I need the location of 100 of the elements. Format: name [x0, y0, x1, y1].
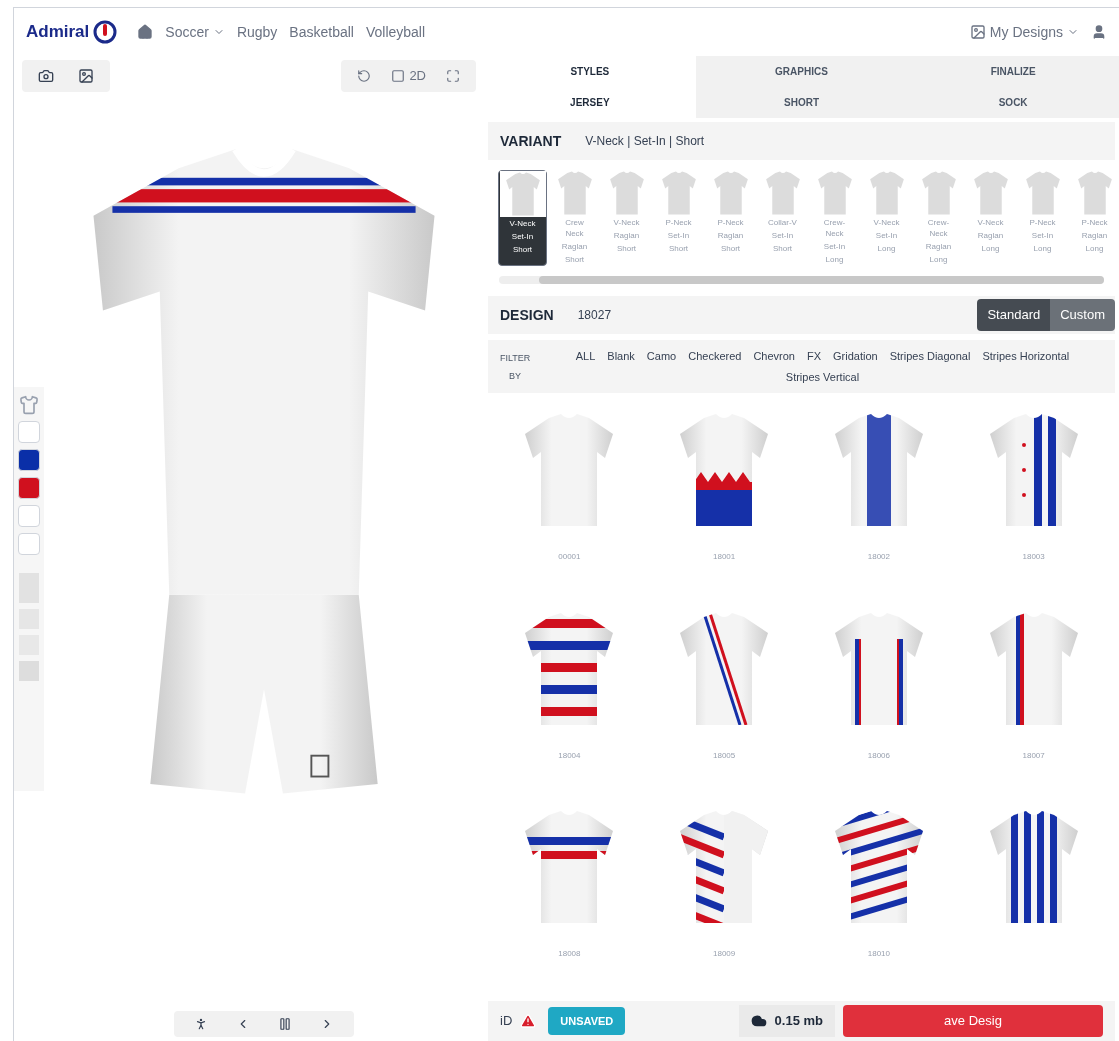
design-option[interactable]: 18005: [646, 603, 802, 784]
variant-option[interactable]: P-Neck Raglan Long: [1070, 170, 1119, 266]
filter-option[interactable]: Stripes Horizontal: [982, 348, 1070, 365]
design-option[interactable]: 18009: [646, 802, 802, 983]
section-heading: VARIANT: [500, 131, 562, 151]
variant-label: P-Neck: [1028, 217, 1057, 229]
design-option[interactable]: 18008: [492, 802, 647, 983]
checkbox-icon: [391, 69, 406, 83]
filter-label: FILTER BY: [500, 352, 530, 383]
filter-option[interactable]: Stripes Vertical: [785, 368, 860, 385]
variant-label: Short: [719, 243, 742, 255]
color-swatch[interactable]: [18, 505, 40, 527]
variant-label: Crew-Neck: [926, 217, 951, 240]
variant-label: P-Neck: [664, 217, 693, 229]
variant-label: Short: [771, 243, 794, 255]
save-design-button[interactable]: ave Desig: [843, 1005, 1103, 1037]
variant-option[interactable]: P-Neck Set-In Short: [654, 170, 703, 266]
filter-option[interactable]: Blank: [607, 348, 635, 365]
variant-option[interactable]: Crew-Neck Raglan Long: [914, 170, 963, 266]
variant-label: Crew Neck: [564, 217, 585, 240]
variant-label: Long: [980, 243, 1001, 255]
variant-option[interactable]: Collar-V Set-In Short: [758, 170, 807, 266]
variant-label: P-Neck: [1080, 217, 1109, 229]
user-icon[interactable]: [1091, 24, 1107, 40]
variant-label: Short: [615, 243, 638, 255]
design-option[interactable]: 18007: [956, 603, 1111, 784]
variant-label: V-Neck: [976, 217, 1005, 229]
nav-link[interactable]: Volleyball: [365, 21, 426, 43]
nav-link[interactable]: Basketball: [289, 21, 354, 43]
variant-label: Long: [1084, 243, 1105, 255]
logo-icon[interactable]: [93, 20, 118, 44]
variant-label: Short: [667, 243, 690, 255]
file-size: 0.15 mb: [738, 1005, 835, 1037]
color-swatch[interactable]: [18, 449, 40, 471]
variant-option[interactable]: V-Neck Raglan Short: [602, 170, 651, 266]
id-label: iD: [500, 1012, 513, 1031]
home-icon[interactable]: [137, 24, 154, 40]
variant-option[interactable]: V-Neck Set-In Long: [862, 170, 911, 266]
variant-option[interactable]: P-Neck Set-In Long: [1018, 170, 1067, 266]
design-option[interactable]: 18004: [492, 603, 647, 784]
filter-option[interactable]: Chevron: [753, 348, 795, 365]
variant-label: Long: [1032, 243, 1053, 255]
person-icon[interactable]: [194, 1017, 208, 1031]
design-option[interactable]: 18002: [801, 405, 957, 585]
color-swatch[interactable]: [18, 421, 40, 443]
camera-icon[interactable]: [38, 68, 54, 84]
design-number: 18027: [577, 307, 612, 324]
variant-label: Crew-Neck: [822, 217, 847, 240]
variant-label: Set-In: [770, 230, 795, 242]
variant-label: Raglan: [716, 230, 745, 242]
tab[interactable]: FINALIZE: [907, 56, 1119, 86]
variant-label: V-Neck: [612, 217, 641, 229]
filter-option[interactable]: FX: [807, 348, 822, 365]
variant-option[interactable]: Crew Neck Raglan Short: [550, 170, 599, 266]
my-designs-menu[interactable]: My Designs: [969, 21, 1079, 43]
image-icon: [969, 24, 986, 40]
2d-checkbox[interactable]: 2D: [391, 66, 426, 86]
design-option[interactable]: 18003: [956, 405, 1111, 585]
variant-option[interactable]: Crew-Neck Set-In Long: [810, 170, 859, 266]
image-icon[interactable]: [78, 68, 94, 84]
variant-option[interactable]: V-Neck Set-In Short: [498, 170, 547, 266]
tab[interactable]: SOCK: [907, 86, 1119, 118]
tab[interactable]: GRAPHICS: [695, 56, 908, 86]
mode-toggle[interactable]: Custom: [1050, 299, 1115, 331]
mode-toggle[interactable]: Standard: [977, 299, 1051, 331]
filter-option[interactable]: Gridation: [833, 348, 878, 365]
variant-label: V-Neck: [508, 218, 537, 230]
variant-label: Collar-V: [767, 217, 798, 229]
variant-option[interactable]: P-Neck Raglan Short: [706, 170, 755, 266]
filter-option[interactable]: Checkered: [688, 348, 742, 365]
variant-label: Set-In: [822, 241, 847, 253]
section-heading: DESIGN: [500, 305, 554, 325]
fullscreen-icon[interactable]: [446, 69, 460, 83]
nav-link[interactable]: Rugby: [236, 21, 278, 43]
design-option[interactable]: 00001: [492, 405, 647, 585]
tab[interactable]: SHORT: [695, 86, 908, 118]
variant-value: V-Neck | Set-In | Short: [585, 133, 705, 150]
nav-link[interactable]: Soccer: [165, 21, 225, 43]
variant-label: Long: [876, 243, 897, 255]
design-option[interactable]: 18010: [801, 802, 957, 983]
variant-label: Raglan: [1080, 230, 1109, 242]
variant-option[interactable]: V-Neck Raglan Long: [966, 170, 1015, 266]
variant-label: Raglan: [976, 230, 1005, 242]
cloud-icon: [750, 1013, 767, 1029]
pause-icon[interactable]: [278, 1017, 292, 1031]
variant-label: Set-In: [510, 231, 535, 243]
color-swatch[interactable]: [18, 477, 40, 499]
variant-label: Set-In: [874, 230, 899, 242]
variant-label: Raglan: [924, 241, 953, 253]
design-option[interactable]: 18001: [646, 405, 802, 585]
filter-option[interactable]: ALL: [575, 348, 596, 365]
rotate-icon[interactable]: [357, 69, 372, 83]
variant-label: Set-In: [1030, 230, 1055, 242]
filter-option[interactable]: Camo: [646, 348, 677, 365]
filter-option[interactable]: Stripes Diagonal: [889, 348, 971, 365]
color-swatch[interactable]: [18, 533, 40, 555]
variant-label: Long: [928, 254, 949, 266]
variant-label: V-Neck: [872, 217, 901, 229]
design-option[interactable]: 18006: [801, 603, 957, 784]
brand-logo-text[interactable]: Admiral: [26, 19, 90, 45]
